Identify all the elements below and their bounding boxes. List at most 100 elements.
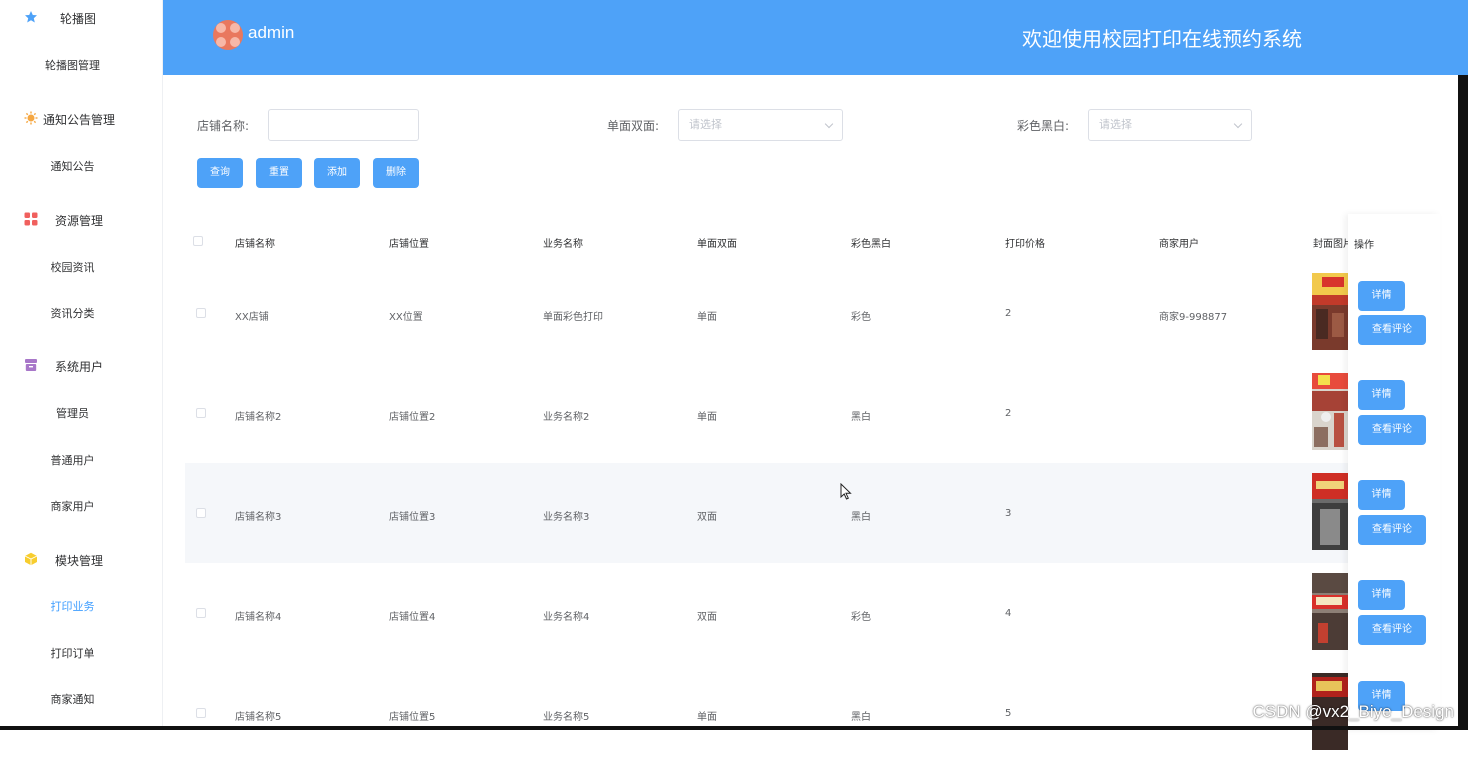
table-row: 店铺名称3 店铺位置3 业务名称3 双面 黑白 3 bbox=[185, 463, 1440, 563]
chevron-down-icon bbox=[825, 120, 833, 128]
column-header: 商家用户 bbox=[1159, 235, 1199, 250]
cover-image bbox=[1312, 473, 1348, 550]
cell-shop-location: 店铺位置3 bbox=[389, 508, 435, 523]
sidebar-item-campus-news[interactable]: 校园资讯 bbox=[0, 253, 163, 283]
row-checkbox[interactable] bbox=[196, 708, 206, 718]
sidebar-item-merchant-user[interactable]: 商家用户 bbox=[0, 492, 163, 522]
sidebar-item-carousel-manage[interactable]: 轮播图管理 bbox=[0, 51, 163, 81]
cell-sides: 双面 bbox=[697, 608, 717, 623]
sidebar-item-news-category[interactable]: 资讯分类 bbox=[0, 299, 163, 329]
shop-name-input[interactable] bbox=[268, 109, 419, 141]
column-header: 店铺名称 bbox=[235, 235, 275, 250]
cell-service-name: 单面彩色打印 bbox=[543, 308, 603, 323]
column-header: 单面双面 bbox=[697, 235, 737, 250]
cell-color: 彩色 bbox=[851, 308, 871, 323]
sidebar-item-notice[interactable]: 通知公告 bbox=[0, 152, 163, 182]
sidebar-item-merchant-notice[interactable]: 商家通知 bbox=[0, 685, 163, 715]
mouse-cursor-icon bbox=[840, 483, 852, 504]
cell-shop-location: 店铺位置2 bbox=[389, 408, 435, 423]
window-edge bbox=[1458, 75, 1468, 730]
cell-shop-name: 店铺名称3 bbox=[235, 508, 281, 523]
row-checkbox[interactable] bbox=[196, 408, 206, 418]
cell-shop-name: XX店铺 bbox=[235, 308, 269, 323]
sidebar-item-print-order[interactable]: 打印订单 bbox=[0, 639, 163, 669]
avatar[interactable] bbox=[213, 20, 243, 50]
sidebar-group-label: 资源管理 bbox=[55, 212, 103, 229]
star-icon bbox=[24, 10, 38, 24]
cell-color: 彩色 bbox=[851, 608, 871, 623]
query-button[interactable]: 查询 bbox=[197, 158, 243, 188]
cell-price: 5 bbox=[1005, 708, 1011, 719]
sun-icon bbox=[24, 111, 38, 125]
sidebar-item-admin[interactable]: 管理员 bbox=[0, 399, 163, 429]
cell-sides: 单面 bbox=[697, 708, 717, 723]
cell-shop-name: 店铺名称2 bbox=[235, 408, 281, 423]
sides-select-placeholder: 请选择 bbox=[689, 118, 722, 131]
cell-color: 黑白 bbox=[851, 408, 871, 423]
cell-price: 3 bbox=[1005, 508, 1011, 519]
detail-button[interactable]: 详情 bbox=[1358, 380, 1405, 410]
reset-button[interactable]: 重置 bbox=[256, 158, 302, 188]
cell-service-name: 业务名称4 bbox=[543, 608, 589, 623]
page-title: 欢迎使用校园打印在线预约系统 bbox=[1022, 23, 1302, 52]
sidebar-group-label: 通知公告管理 bbox=[43, 111, 115, 128]
sidebar-group-carousel[interactable]: 轮播图 bbox=[0, 0, 163, 36]
cell-shop-name: 店铺名称5 bbox=[235, 708, 281, 723]
cover-image bbox=[1312, 373, 1348, 450]
cell-shop-name: 店铺名称4 bbox=[235, 608, 281, 623]
row-checkbox[interactable] bbox=[196, 308, 206, 318]
shop-name-label: 店铺名称: bbox=[197, 117, 249, 134]
cover-image bbox=[1312, 273, 1348, 350]
cell-shop-location: XX位置 bbox=[389, 308, 423, 323]
sidebar-group-label: 系统用户 bbox=[55, 358, 103, 375]
sidebar-group-modules[interactable]: 模块管理 bbox=[0, 542, 163, 578]
view-comments-button[interactable]: 查看评论 bbox=[1358, 315, 1426, 345]
cell-service-name: 业务名称3 bbox=[543, 508, 589, 523]
cover-image bbox=[1312, 573, 1348, 650]
table-row: 店铺名称2 店铺位置2 业务名称2 单面 黑白 2 bbox=[185, 363, 1440, 463]
view-comments-button[interactable]: 查看评论 bbox=[1358, 415, 1426, 445]
sidebar-group-system-users[interactable]: 系统用户 bbox=[0, 348, 163, 384]
cell-sides: 双面 bbox=[697, 508, 717, 523]
view-comments-button[interactable]: 查看评论 bbox=[1358, 515, 1426, 545]
sides-select[interactable]: 请选择 bbox=[678, 109, 843, 141]
row-checkbox[interactable] bbox=[196, 608, 206, 618]
cell-price: 2 bbox=[1005, 308, 1011, 319]
detail-button[interactable]: 详情 bbox=[1358, 480, 1405, 510]
cell-service-name: 业务名称2 bbox=[543, 408, 589, 423]
sidebar-group-resources[interactable]: 资源管理 bbox=[0, 202, 163, 238]
operations-column: 操作 详情 查看评论 详情 查看评论 详情 查看评论 详情 查看评论 详情 bbox=[1348, 214, 1440, 730]
detail-button[interactable]: 详情 bbox=[1358, 580, 1405, 610]
column-header: 业务名称 bbox=[543, 235, 583, 250]
sides-label: 单面双面: bbox=[607, 117, 659, 134]
row-checkbox[interactable] bbox=[196, 508, 206, 518]
top-header: admin 欢迎使用校园打印在线预约系统 bbox=[163, 0, 1468, 75]
cell-sides: 单面 bbox=[697, 408, 717, 423]
sidebar-item-print-service[interactable]: 打印业务 bbox=[0, 592, 163, 622]
select-all-checkbox[interactable] bbox=[193, 236, 203, 246]
sidebar-group-label: 模块管理 bbox=[55, 552, 103, 569]
add-button[interactable]: 添加 bbox=[314, 158, 360, 188]
cell-merchant: 商家9-998877 bbox=[1159, 308, 1227, 323]
sidebar-group-notices[interactable]: 通知公告管理 bbox=[0, 101, 163, 137]
table-row: XX店铺 XX位置 单面彩色打印 单面 彩色 2 商家9-998877 bbox=[185, 263, 1440, 363]
cell-service-name: 业务名称5 bbox=[543, 708, 589, 723]
grid-icon bbox=[24, 212, 38, 226]
cell-price: 2 bbox=[1005, 408, 1011, 419]
view-comments-button[interactable]: 查看评论 bbox=[1358, 615, 1426, 645]
cell-price: 4 bbox=[1005, 608, 1011, 619]
main-content: 店铺名称: 单面双面: 请选择 彩色黑白: 请选择 查询 重置 添加 删除 店铺… bbox=[170, 80, 1455, 730]
color-select[interactable]: 请选择 bbox=[1088, 109, 1252, 141]
cell-sides: 单面 bbox=[697, 308, 717, 323]
archive-icon bbox=[24, 358, 38, 372]
cell-color: 黑白 bbox=[851, 708, 871, 723]
sidebar-item-normal-user[interactable]: 普通用户 bbox=[0, 446, 163, 476]
cell-shop-location: 店铺位置5 bbox=[389, 708, 435, 723]
color-label: 彩色黑白: bbox=[1017, 117, 1069, 134]
delete-button[interactable]: 删除 bbox=[373, 158, 419, 188]
column-header: 彩色黑白 bbox=[851, 235, 891, 250]
detail-button[interactable]: 详情 bbox=[1358, 281, 1405, 311]
column-header: 打印价格 bbox=[1005, 235, 1045, 250]
chevron-down-icon bbox=[1234, 120, 1242, 128]
admin-username[interactable]: admin bbox=[248, 23, 294, 43]
